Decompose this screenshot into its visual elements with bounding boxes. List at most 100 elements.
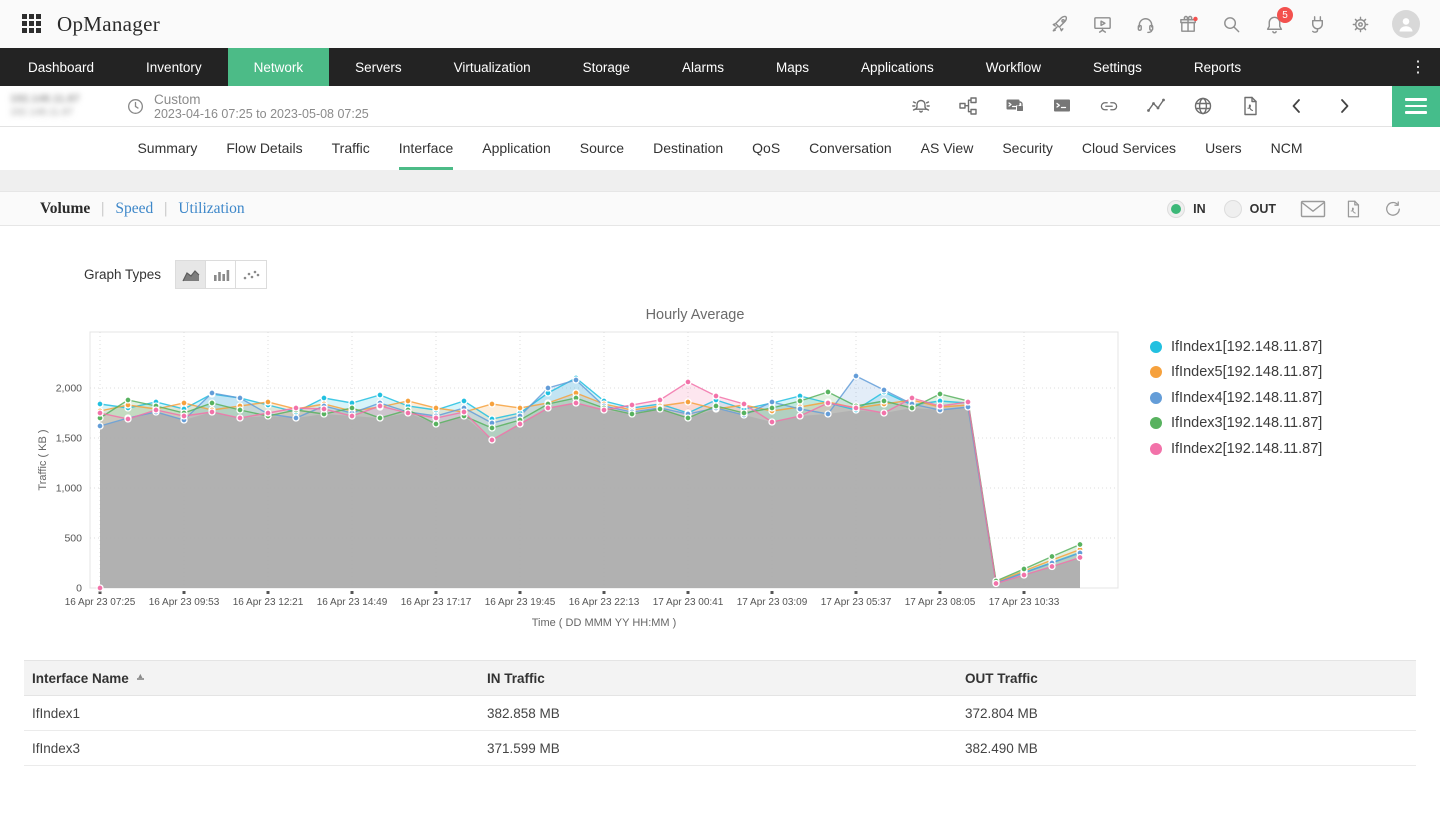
nav-item-applications[interactable]: Applications <box>835 48 960 86</box>
email-icon[interactable] <box>1300 198 1326 220</box>
svg-text:500: 500 <box>64 533 82 545</box>
nav-item-virtualization[interactable]: Virtualization <box>428 48 557 86</box>
terminal-icon[interactable] <box>1051 95 1073 117</box>
section-divider <box>0 170 1440 191</box>
rocket-icon[interactable] <box>1048 13 1070 35</box>
svg-text:0: 0 <box>76 583 82 595</box>
cell-interface-name: IfIndex3 <box>32 740 81 756</box>
legend-item[interactable]: IfIndex1[192.148.11.87] <box>1150 334 1322 360</box>
secure-terminal-icon[interactable] <box>1004 95 1026 117</box>
legend-swatch <box>1150 442 1162 455</box>
svg-text:2,000: 2,000 <box>56 383 82 395</box>
globe-icon[interactable] <box>1192 95 1214 117</box>
integrations-plug-icon[interactable] <box>1306 13 1328 35</box>
tab-traffic[interactable]: Traffic <box>332 127 370 170</box>
in-radio[interactable] <box>1167 199 1186 218</box>
nav-item-network[interactable]: Network <box>227 48 330 86</box>
search-icon[interactable] <box>1220 13 1242 35</box>
legend-label: IfIndex5[192.148.11.87] <box>1171 364 1323 381</box>
svg-text:Time ( DD MMM YY HH:MM ): Time ( DD MMM YY HH:MM ) <box>532 617 677 629</box>
tab-qos[interactable]: QoS <box>752 127 780 170</box>
chevron-right-icon[interactable] <box>1333 95 1355 117</box>
tab-destination[interactable]: Destination <box>653 127 723 170</box>
view-link-utilization[interactable]: Utilization <box>178 200 244 218</box>
gift-icon[interactable] <box>1177 13 1199 35</box>
svg-text:17 Apr 23 03:09: 17 Apr 23 03:09 <box>737 597 808 608</box>
refresh-icon[interactable] <box>1380 198 1406 220</box>
pdf-export-icon[interactable] <box>1239 95 1261 117</box>
support-headset-icon[interactable] <box>1134 13 1156 35</box>
tab-users[interactable]: Users <box>1205 127 1242 170</box>
demo-screen-icon[interactable] <box>1091 13 1113 35</box>
tab-summary[interactable]: Summary <box>137 127 197 170</box>
svg-text:16 Apr 23 14:49: 16 Apr 23 14:49 <box>317 597 388 608</box>
nav-item-workflow[interactable]: Workflow <box>960 48 1067 86</box>
topology-icon[interactable] <box>957 95 979 117</box>
nav-item-storage[interactable]: Storage <box>557 48 656 86</box>
svg-text:1,500: 1,500 <box>56 433 82 445</box>
legend-item[interactable]: IfIndex2[192.148.11.87] <box>1150 436 1322 462</box>
nav-item-settings[interactable]: Settings <box>1067 48 1168 86</box>
period-type: Custom <box>154 91 201 107</box>
view-toolbar: Volume | Speed | Utilization IN OUT <box>0 191 1440 226</box>
in-label: IN <box>1193 201 1206 216</box>
interface-table: Interface Name ▲ IN Traffic OUT Traffic … <box>24 660 1416 766</box>
legend-item[interactable]: IfIndex4[192.148.11.87] <box>1150 385 1322 411</box>
performance-chart-icon[interactable] <box>1145 95 1167 117</box>
period-range: 2023-04-16 07:25 to 2023-05-08 07:25 <box>154 106 369 121</box>
cell-out-traffic: 382.490 MB <box>965 740 1038 756</box>
notifications-bell-icon[interactable]: 5 <box>1263 7 1293 35</box>
tab-cloud-services[interactable]: Cloud Services <box>1082 127 1176 170</box>
nav-overflow-menu[interactable]: ⋮ <box>1396 48 1440 86</box>
nav-item-alarms[interactable]: Alarms <box>656 48 750 86</box>
table-row: IfIndex3 371.599 MB 382.490 MB <box>24 731 1416 766</box>
tab-security[interactable]: Security <box>1002 127 1053 170</box>
legend-swatch <box>1150 340 1162 353</box>
svg-text:17 Apr 23 00:41: 17 Apr 23 00:41 <box>653 597 724 608</box>
top-header: OpManager 5 <box>0 0 1440 48</box>
column-header-out-traffic[interactable]: OUT Traffic <box>965 671 1416 686</box>
legend-item[interactable]: IfIndex3[192.148.11.87] <box>1150 411 1322 437</box>
tab-conversation[interactable]: Conversation <box>809 127 892 170</box>
graph-types: Graph Types <box>84 260 268 289</box>
tab-ncm[interactable]: NCM <box>1271 127 1303 170</box>
alarm-bell-icon[interactable] <box>910 95 932 117</box>
svg-text:16 Apr 23 12:21: 16 Apr 23 12:21 <box>233 597 304 608</box>
cell-out-traffic: 372.804 MB <box>965 705 1038 721</box>
column-header-in-traffic[interactable]: IN Traffic <box>487 671 965 686</box>
graph-type-area-button[interactable] <box>176 261 207 288</box>
snapshot-menu-button[interactable] <box>1392 85 1440 127</box>
flow-tabbar: Summary Flow Details Traffic Interface Appli… <box>0 127 1440 170</box>
link-icon[interactable] <box>1098 95 1120 117</box>
nav-item-inventory[interactable]: Inventory <box>120 48 228 86</box>
tab-flow-details[interactable]: Flow Details <box>226 127 302 170</box>
chevron-left-icon[interactable] <box>1286 95 1308 117</box>
nav-item-reports[interactable]: Reports <box>1168 48 1267 86</box>
svg-text:16 Apr 23 09:53: 16 Apr 23 09:53 <box>149 597 220 608</box>
tab-interface[interactable]: Interface <box>398 127 454 170</box>
cell-in-traffic: 382.858 MB <box>487 705 560 721</box>
view-link-volume[interactable]: Volume <box>40 200 90 218</box>
user-avatar[interactable] <box>1392 10 1420 38</box>
tab-source[interactable]: Source <box>580 127 624 170</box>
tab-as-view[interactable]: AS View <box>921 127 974 170</box>
out-radio[interactable] <box>1223 199 1242 218</box>
opmanager-app: OpManager 5 Dashboard Inventory Network … <box>0 0 1440 814</box>
nav-item-servers[interactable]: Servers <box>329 48 428 86</box>
view-link-speed[interactable]: Speed <box>115 200 153 218</box>
tab-application[interactable]: Application <box>482 127 551 170</box>
apps-grid-icon[interactable] <box>22 14 42 34</box>
legend-item[interactable]: IfIndex5[192.148.11.87] <box>1150 360 1322 386</box>
graph-type-bar-button[interactable] <box>206 261 237 288</box>
settings-gear-icon[interactable] <box>1349 13 1371 35</box>
legend-swatch <box>1150 366 1162 379</box>
graph-type-scatter-button[interactable] <box>236 261 267 288</box>
legend-swatch <box>1150 417 1162 430</box>
svg-text:1,000: 1,000 <box>56 483 82 495</box>
nav-item-dashboard[interactable]: Dashboard <box>2 48 120 86</box>
nav-item-maps[interactable]: Maps <box>750 48 835 86</box>
column-header-interface-name[interactable]: Interface Name ▲ <box>24 671 487 686</box>
export-pdf-icon[interactable] <box>1340 198 1366 220</box>
legend-swatch <box>1150 391 1162 404</box>
time-period-selector[interactable]: Custom 2023-04-16 07:25 to 2023-05-08 07… <box>126 92 369 121</box>
